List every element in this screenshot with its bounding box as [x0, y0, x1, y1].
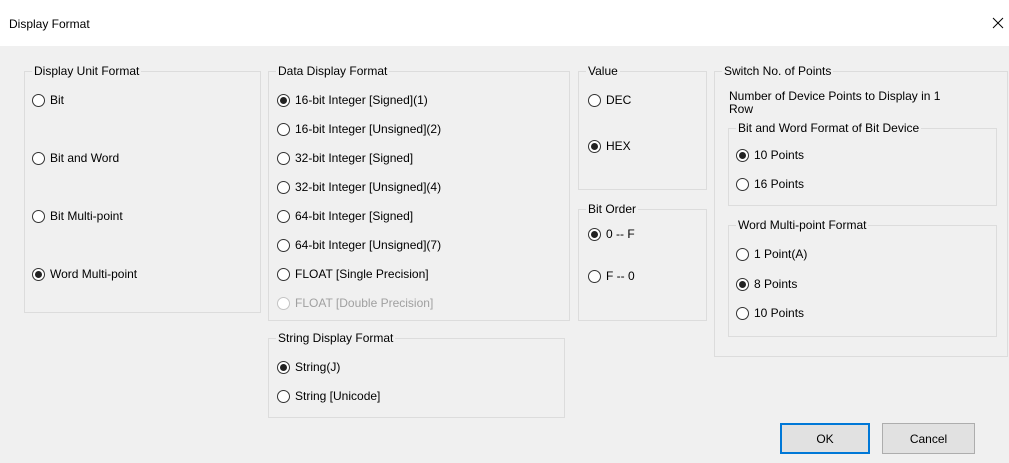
radio-bit-order-0-f[interactable]: 0 -- F	[588, 225, 635, 243]
radio-circle	[736, 277, 749, 291]
ok-button[interactable]: OK	[780, 423, 870, 454]
radio-label: 32-bit Integer [Unsigned](4)	[295, 180, 442, 194]
radio-bitword-16-points[interactable]: 16 Points	[736, 175, 804, 193]
radio-label: Bit and Word	[50, 151, 120, 165]
radio-wordmp-1-point[interactable]: 1 Point(A)	[736, 245, 807, 263]
radio-circle	[588, 139, 601, 153]
radio-label: FLOAT [Double Precision]	[295, 296, 434, 310]
switch-points-description: Number of Device Points to Display in 1 …	[729, 90, 940, 116]
radio-circle	[32, 267, 45, 281]
word-multipoint-format-legend: Word Multi-point Format	[738, 218, 867, 232]
radio-label: 64-bit Integer [Unsigned](7)	[295, 238, 442, 252]
radio-circle	[277, 296, 290, 310]
radio-circle	[277, 267, 290, 281]
dialog-title: Display Format	[9, 17, 90, 31]
radio-circle	[588, 93, 601, 107]
radio-data-32bit-unsigned[interactable]: 32-bit Integer [Unsigned](4)	[277, 178, 441, 196]
radio-data-16bit-signed[interactable]: 16-bit Integer [Signed](1)	[277, 91, 428, 109]
title-bar: Display Format	[0, 0, 1009, 46]
radio-label: Word Multi-point	[50, 267, 138, 281]
radio-data-64bit-signed[interactable]: 64-bit Integer [Signed]	[277, 207, 413, 225]
radio-label: 0 -- F	[606, 227, 635, 241]
radio-circle	[32, 93, 45, 107]
radio-data-32bit-signed[interactable]: 32-bit Integer [Signed]	[277, 149, 413, 167]
radio-bit-order-f-0[interactable]: F -- 0	[588, 267, 635, 285]
radio-label: 1 Point(A)	[754, 247, 808, 261]
value-legend: Value	[588, 64, 618, 78]
radio-label: 16 Points	[754, 177, 805, 191]
radio-wordmp-10-points[interactable]: 10 Points	[736, 304, 804, 322]
radio-string-unicode[interactable]: String [Unicode]	[277, 387, 380, 405]
radio-circle	[736, 177, 749, 191]
radio-circle	[277, 389, 290, 403]
cancel-button[interactable]: Cancel	[882, 423, 975, 454]
radio-label: HEX	[606, 139, 631, 153]
radio-bitword-10-points[interactable]: 10 Points	[736, 146, 804, 164]
display-unit-format-legend: Display Unit Format	[34, 64, 140, 78]
value-group: Value	[578, 64, 707, 190]
radio-value-dec[interactable]: DEC	[588, 91, 631, 109]
radio-circle	[277, 209, 290, 223]
radio-unit-bit-and-word[interactable]: Bit and Word	[32, 149, 119, 167]
radio-label: 10 Points	[754, 148, 805, 162]
bit-order-legend: Bit Order	[588, 202, 637, 216]
radio-label: F -- 0	[606, 269, 635, 283]
close-button[interactable]	[985, 8, 1009, 38]
radio-circle	[277, 180, 290, 194]
radio-unit-word-multipoint[interactable]: Word Multi-point	[32, 265, 137, 283]
radio-data-float-double: FLOAT [Double Precision]	[277, 294, 433, 312]
radio-label: FLOAT [Single Precision]	[295, 267, 429, 281]
radio-label: String(J)	[295, 360, 341, 374]
radio-unit-bit[interactable]: Bit	[32, 91, 64, 109]
switch-points-legend: Switch No. of Points	[724, 64, 832, 78]
radio-circle	[277, 93, 290, 107]
string-display-format-legend: String Display Format	[278, 331, 394, 345]
radio-wordmp-8-points[interactable]: 8 Points	[736, 275, 797, 293]
bit-word-format-legend: Bit and Word Format of Bit Device	[738, 121, 920, 135]
radio-label: Bit	[50, 93, 65, 107]
radio-unit-bit-multipoint[interactable]: Bit Multi-point	[32, 207, 123, 225]
radio-circle	[736, 247, 749, 261]
radio-label: 64-bit Integer [Signed]	[295, 209, 414, 223]
radio-circle	[736, 148, 749, 162]
radio-circle	[588, 227, 601, 241]
bit-order-group: Bit Order	[578, 202, 707, 321]
radio-label: Bit Multi-point	[50, 209, 123, 223]
radio-circle	[277, 360, 290, 374]
radio-label: DEC	[606, 93, 632, 107]
radio-string-j[interactable]: String(J)	[277, 358, 340, 376]
radio-data-16bit-unsigned[interactable]: 16-bit Integer [Unsigned](2)	[277, 120, 441, 138]
display-format-dialog: Display Format Display Unit Format Bit B…	[0, 0, 1009, 463]
radio-data-float-single[interactable]: FLOAT [Single Precision]	[277, 265, 429, 283]
radio-label: String [Unicode]	[295, 389, 381, 403]
radio-label: 10 Points	[754, 306, 805, 320]
radio-circle	[588, 269, 601, 283]
radio-circle	[32, 209, 45, 223]
radio-label: 16-bit Integer [Signed](1)	[295, 93, 428, 107]
radio-label: 16-bit Integer [Unsigned](2)	[295, 122, 442, 136]
close-icon	[992, 17, 1004, 29]
data-display-format-legend: Data Display Format	[278, 64, 388, 78]
radio-circle	[32, 151, 45, 165]
radio-value-hex[interactable]: HEX	[588, 137, 631, 155]
radio-data-64bit-unsigned[interactable]: 64-bit Integer [Unsigned](7)	[277, 236, 441, 254]
radio-label: 8 Points	[754, 277, 798, 291]
radio-circle	[277, 238, 290, 252]
radio-circle	[736, 306, 749, 320]
radio-circle	[277, 151, 290, 165]
description-line-2: Row	[729, 102, 754, 116]
description-line-1: Number of Device Points to Display in 1	[729, 89, 941, 103]
radio-label: 32-bit Integer [Signed]	[295, 151, 414, 165]
radio-circle	[277, 122, 290, 136]
